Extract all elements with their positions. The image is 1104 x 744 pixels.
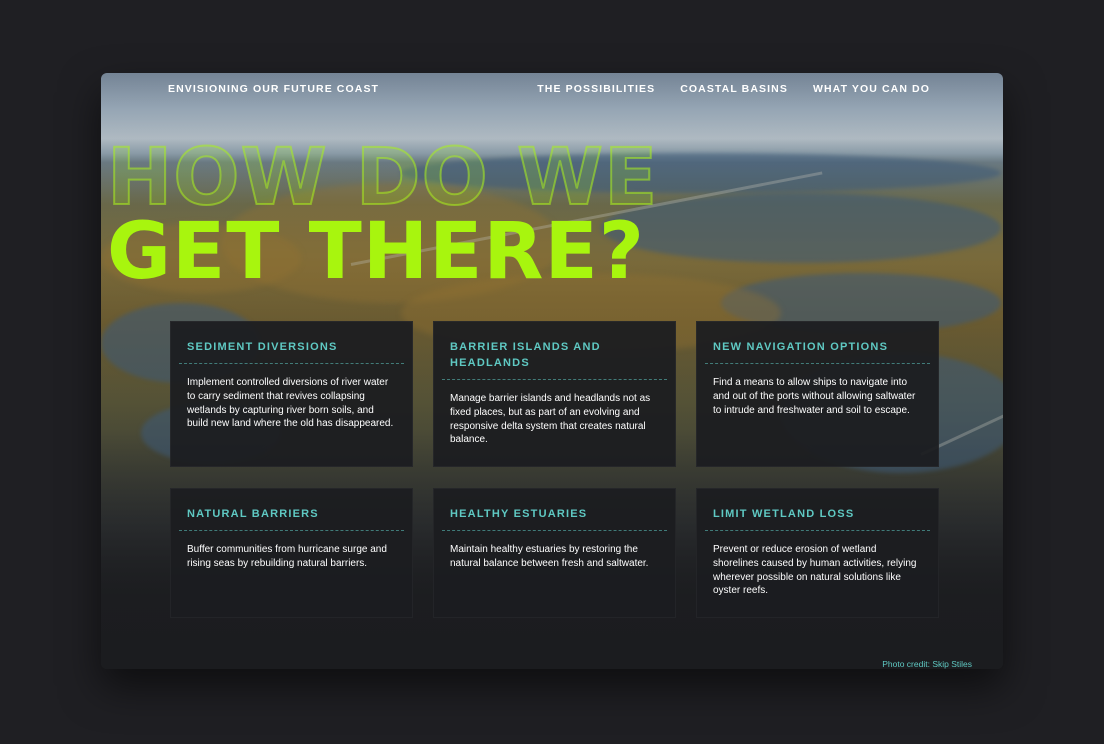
- card-title: HEALTHY ESTUARIES: [442, 506, 667, 531]
- card-body: Buffer communities from hurricane surge …: [187, 544, 387, 569]
- card-title: NEW NAVIGATION OPTIONS: [705, 339, 930, 364]
- card-title: SEDIMENT DIVERSIONS: [179, 339, 404, 364]
- nav-link-coastal-basins[interactable]: COASTAL BASINS: [680, 83, 788, 95]
- card-limit-wetland-loss[interactable]: LIMIT WETLAND LOSS Prevent or reduce ero…: [696, 488, 939, 618]
- card-body: Implement controlled diversions of river…: [187, 377, 394, 430]
- headline-main: GET THERE?: [107, 207, 646, 297]
- card-title: NATURAL BARRIERS: [179, 506, 404, 531]
- card-body: Prevent or reduce erosion of wetland sho…: [713, 544, 917, 597]
- nav-links: THE POSSIBILITIES COASTAL BASINS WHAT YO…: [537, 83, 930, 95]
- headline-outline: HOW DO WE: [106, 133, 659, 223]
- card-healthy-estuaries[interactable]: HEALTHY ESTUARIES Maintain healthy estua…: [433, 488, 676, 618]
- card-barrier-islands[interactable]: BARRIER ISLANDS AND HEADLANDS Manage bar…: [433, 321, 676, 467]
- card-body: Find a means to allow ships to navigate …: [713, 377, 916, 416]
- browser-window: ENVISIONING OUR FUTURE COAST THE POSSIBI…: [101, 73, 1003, 669]
- strategy-cards-grid: SEDIMENT DIVERSIONS Implement controlled…: [170, 321, 939, 618]
- card-title: LIMIT WETLAND LOSS: [705, 506, 930, 531]
- card-new-navigation[interactable]: NEW NAVIGATION OPTIONS Find a means to a…: [696, 321, 939, 467]
- top-navigation: ENVISIONING OUR FUTURE COAST THE POSSIBI…: [101, 73, 1003, 103]
- card-natural-barriers[interactable]: NATURAL BARRIERS Buffer communities from…: [170, 488, 413, 618]
- card-body: Manage barrier islands and headlands not…: [450, 393, 651, 446]
- photo-credit: Photo credit: Skip Stiles: [882, 659, 972, 669]
- card-body: Maintain healthy estuaries by restoring …: [450, 544, 649, 569]
- card-sediment-diversions[interactable]: SEDIMENT DIVERSIONS Implement controlled…: [170, 321, 413, 467]
- nav-link-what-you-can-do[interactable]: WHAT YOU CAN DO: [813, 83, 930, 95]
- card-title: BARRIER ISLANDS AND HEADLANDS: [442, 339, 667, 380]
- site-brand-link[interactable]: ENVISIONING OUR FUTURE COAST: [168, 83, 379, 95]
- nav-link-the-possibilities[interactable]: THE POSSIBILITIES: [537, 83, 655, 95]
